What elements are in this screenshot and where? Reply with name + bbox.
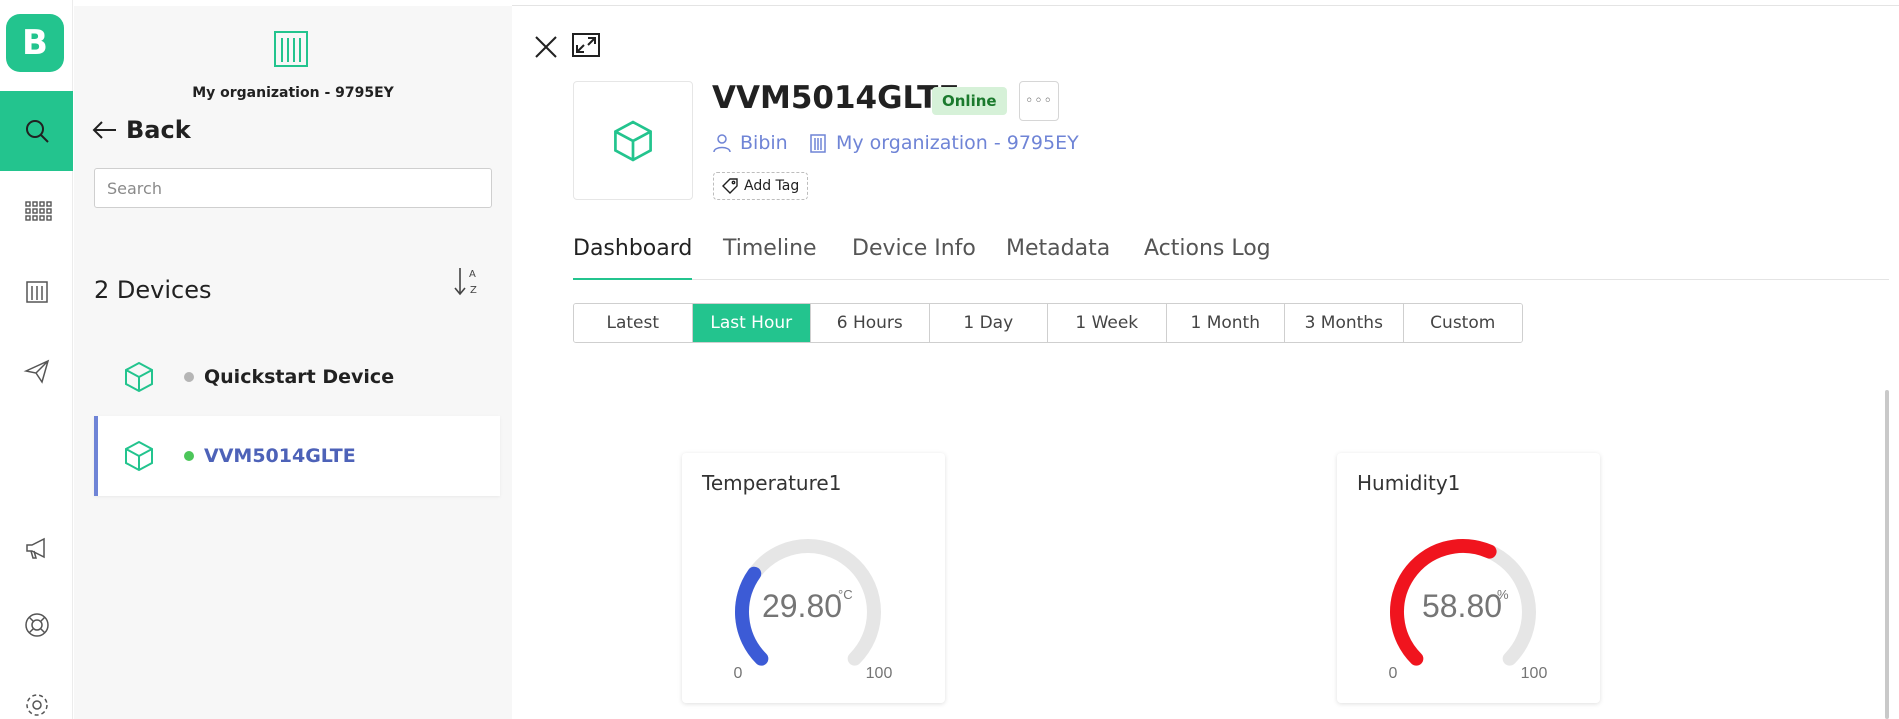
blynk-logo[interactable]: B: [6, 14, 64, 72]
announcements-nav-button[interactable]: [0, 508, 73, 588]
device-cube-icon: [125, 440, 153, 472]
owner-name: Bibin: [740, 132, 788, 154]
apps-grid-icon: [24, 201, 52, 221]
device-name: Quickstart Device: [204, 366, 395, 388]
tab-metadata[interactable]: Metadata: [1006, 236, 1110, 280]
organizations-nav-button[interactable]: [0, 251, 73, 331]
time-range-selector: Latest Last Hour 6 Hours 1 Day 1 Week 1 …: [573, 303, 1523, 343]
arrow-left-icon: [92, 121, 116, 139]
range-latest[interactable]: Latest: [574, 304, 693, 342]
send-icon: [23, 359, 49, 384]
organization-link[interactable]: My organization - 9795EY: [808, 132, 1079, 154]
gauge-min: 0: [1389, 665, 1398, 682]
range-1-week[interactable]: 1 Week: [1048, 304, 1167, 342]
widget-title: Humidity1: [1357, 471, 1461, 495]
add-tag-button[interactable]: Add Tag: [713, 172, 809, 200]
user-icon: [713, 134, 731, 153]
gauge-unit: %: [1497, 587, 1509, 602]
range-custom[interactable]: Custom: [1403, 304, 1522, 342]
range-3-months[interactable]: 3 Months: [1285, 304, 1404, 342]
device-search-input[interactable]: [94, 168, 492, 208]
organization-name: My organization - 9795EY: [836, 132, 1079, 154]
device-status-dot: [184, 451, 194, 461]
settings-gear-icon: [25, 694, 48, 716]
close-icon[interactable]: [533, 34, 559, 60]
tab-actions-log[interactable]: Actions Log: [1144, 236, 1271, 280]
search-icon: [25, 120, 49, 143]
back-button[interactable]: Back: [92, 116, 191, 144]
building-icon: [25, 281, 48, 303]
range-6-hours[interactable]: 6 Hours: [811, 304, 930, 342]
gauge: 58.80 % 0 100: [1389, 539, 1548, 682]
device-image: [573, 81, 693, 200]
tab-dashboard[interactable]: Dashboard: [573, 236, 693, 280]
megaphone-icon: [25, 537, 45, 559]
settings-nav-button[interactable]: [0, 665, 73, 719]
gauge-max: 100: [866, 665, 893, 682]
left-rail: B: [0, 0, 73, 719]
apps-nav-button[interactable]: [0, 171, 73, 251]
send-nav-button[interactable]: [0, 331, 73, 411]
widget-title: Temperature1: [702, 471, 842, 495]
organization-name: My organization - 9795EY: [192, 85, 394, 101]
back-label: Back: [126, 116, 191, 144]
device-list-item-selected[interactable]: VVM5014GLTE: [94, 416, 500, 496]
owner-link[interactable]: Bibin: [712, 132, 788, 154]
gauge-max: 100: [1521, 665, 1548, 682]
range-1-day[interactable]: 1 Day: [929, 304, 1048, 342]
tab-timeline[interactable]: Timeline: [723, 236, 817, 280]
gauge: 29.80 °C 0 100: [734, 539, 893, 682]
organization-building-icon: [274, 31, 308, 67]
svg-text:Z: Z: [470, 285, 477, 296]
search-nav-button[interactable]: [0, 91, 73, 171]
device-list-item[interactable]: Quickstart Device: [94, 337, 500, 417]
more-options-button[interactable]: ◦◦◦: [1019, 81, 1059, 121]
gauge-widget-humidity[interactable]: Humidity1 58.80 % 0 100: [1337, 453, 1600, 703]
vertical-scrollbar[interactable]: [1885, 390, 1889, 719]
device-cube-icon: [125, 361, 153, 393]
device-count: 2 Devices: [94, 276, 212, 304]
device-cube-icon: [614, 120, 652, 161]
device-status-dot: [184, 372, 194, 382]
tab-device-info[interactable]: Device Info: [852, 236, 976, 280]
device-title: VVM5014GLTE: [712, 80, 960, 116]
building-icon: [810, 134, 826, 153]
expand-icon[interactable]: [571, 32, 601, 60]
tag-icon: [722, 178, 738, 194]
device-name: VVM5014GLTE: [204, 445, 356, 467]
gauge-widget-temperature[interactable]: Temperature1 29.80 °C 0 100: [682, 453, 945, 703]
add-tag-label: Add Tag: [744, 178, 800, 194]
gauge-fill: [735, 566, 769, 666]
top-divider: [512, 5, 1899, 6]
status-badge: Online: [932, 87, 1007, 115]
range-1-month[interactable]: 1 Month: [1166, 304, 1285, 342]
device-list-panel: My organization - 9795EY Back 2 Devices …: [74, 6, 512, 719]
gauge-unit: °C: [838, 587, 853, 602]
device-tabs: Dashboard Timeline Device Info Metadata …: [573, 236, 1889, 280]
gauge-value: 58.80: [1422, 588, 1502, 624]
help-nav-button[interactable]: [0, 585, 73, 665]
sort-az-icon[interactable]: A Z: [452, 264, 484, 298]
help-lifebuoy-icon: [24, 613, 49, 637]
gauge-value: 29.80: [762, 588, 842, 624]
svg-text:A: A: [469, 269, 476, 280]
range-last-hour[interactable]: Last Hour: [692, 304, 811, 342]
gauge-min: 0: [734, 665, 743, 682]
